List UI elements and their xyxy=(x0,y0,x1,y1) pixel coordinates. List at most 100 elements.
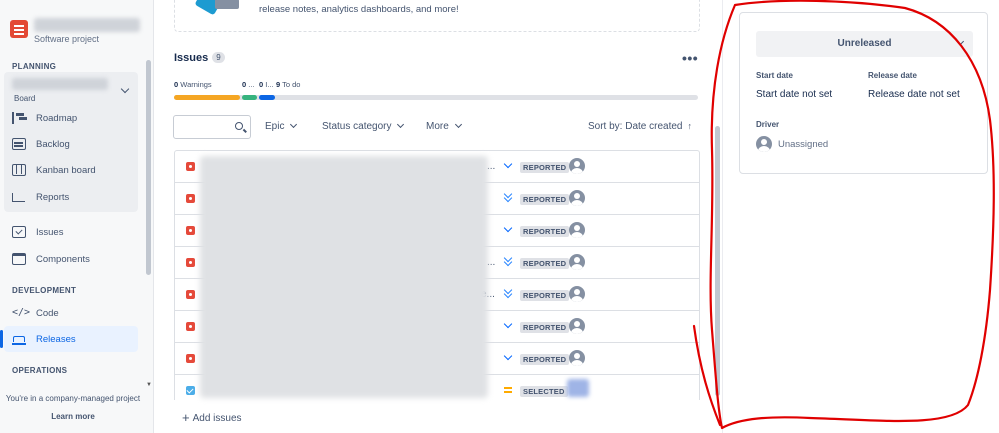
learn-more-link[interactable]: Learn more xyxy=(0,412,146,421)
status-badge[interactable]: REPORTED xyxy=(520,354,570,365)
bug-icon xyxy=(186,258,195,267)
issues-icon xyxy=(12,226,26,238)
sidebar-item-roadmap[interactable]: Roadmap xyxy=(4,105,138,131)
priority-lowest-icon xyxy=(503,289,513,299)
issue-search-input[interactable] xyxy=(173,115,251,139)
sidebar-item-label: Roadmap xyxy=(36,112,78,124)
chevron-down-icon xyxy=(454,120,462,129)
main-scrollbar[interactable] xyxy=(715,126,720,396)
status-badge[interactable]: REPORTED xyxy=(520,194,570,205)
board-label: Board xyxy=(14,94,36,103)
banner-text: release notes, analytics dashboards, and… xyxy=(259,4,459,15)
warnings-segment xyxy=(174,95,240,100)
avatar[interactable] xyxy=(569,158,585,174)
sidebar-item-label: Issues xyxy=(36,226,64,238)
start-date-field[interactable]: Start date not set xyxy=(756,89,832,100)
release-details-panel: Unreleased Start date Start date not set… xyxy=(739,12,988,174)
avatar[interactable] xyxy=(569,190,585,206)
priority-low-icon xyxy=(503,225,513,235)
issue-summary-truncated: ... xyxy=(487,161,496,172)
bug-icon xyxy=(186,290,195,299)
board-name-redacted[interactable] xyxy=(12,78,108,90)
in-progress-label: 0 I... xyxy=(259,80,274,89)
roadmap-icon xyxy=(12,112,26,124)
more-filter[interactable]: More xyxy=(426,120,462,132)
banner-illustration-icon xyxy=(215,0,239,9)
release-status-dropdown[interactable]: Unreleased xyxy=(756,31,973,57)
sidebar: Software project PLANNING Board Roadmap … xyxy=(0,0,154,433)
avatar[interactable] xyxy=(569,286,585,302)
chevron-down-icon[interactable] xyxy=(120,84,130,94)
backlog-icon xyxy=(12,138,26,150)
priority-low-icon xyxy=(503,353,513,363)
development-heading: DEVELOPMENT xyxy=(12,286,77,295)
issue-summary-truncated: ... xyxy=(487,257,496,268)
driver-label: Driver xyxy=(756,120,780,129)
bug-icon xyxy=(186,194,195,203)
avatar[interactable] xyxy=(569,350,585,366)
sidebar-item-kanban-board[interactable]: Kanban board xyxy=(4,157,138,183)
sidebar-item-code[interactable]: </> Code xyxy=(4,300,138,326)
bug-icon xyxy=(186,162,195,171)
footer-text: You're in a company-managed project xyxy=(5,394,141,403)
releases-icon xyxy=(12,333,26,345)
sidebar-item-components[interactable]: Components xyxy=(4,246,138,272)
sidebar-item-reports[interactable]: Reports xyxy=(4,184,138,210)
sidebar-scrollbar[interactable] xyxy=(146,60,151,275)
project-name-redacted xyxy=(34,18,140,32)
search-icon xyxy=(235,122,243,130)
done-label: 0 ... xyxy=(242,80,255,89)
add-issues-button[interactable]: + Add issues xyxy=(182,410,242,425)
done-segment xyxy=(242,95,257,100)
avatar[interactable] xyxy=(569,254,585,270)
epic-filter[interactable]: Epic xyxy=(265,120,298,132)
priority-lowest-icon xyxy=(503,193,513,203)
sidebar-footer: You're in a company-managed project Lear… xyxy=(0,394,146,421)
sidebar-item-label: Kanban board xyxy=(36,164,96,176)
status-badge[interactable]: REPORTED xyxy=(520,258,570,269)
sidebar-item-issues[interactable]: Issues xyxy=(4,219,138,245)
plus-icon: + xyxy=(182,410,190,425)
issues-title: Issues xyxy=(174,52,209,64)
planning-heading: PLANNING xyxy=(12,62,57,71)
scroll-down-arrow-icon[interactable]: ▼ xyxy=(146,382,152,388)
status-badge[interactable]: REPORTED xyxy=(520,226,570,237)
in-progress-segment xyxy=(259,95,275,100)
driver-field[interactable]: Unassigned xyxy=(756,136,828,152)
driver-value: Unassigned xyxy=(778,138,829,150)
todo-label: 9 To do xyxy=(276,80,301,89)
code-icon: </> xyxy=(12,307,31,318)
avatar[interactable] xyxy=(569,318,585,334)
status-badge[interactable]: REPORTED xyxy=(520,322,570,333)
sidebar-item-label: Backlog xyxy=(36,138,70,150)
sidebar-item-backlog[interactable]: Backlog xyxy=(4,131,138,157)
sort-button[interactable]: Sort by: Date created ↑ xyxy=(588,121,692,132)
avatar[interactable] xyxy=(569,222,585,238)
project-icon xyxy=(10,20,28,38)
reports-icon xyxy=(12,191,26,203)
status-badge[interactable]: SELECTED xyxy=(520,386,568,397)
chevron-down-icon xyxy=(397,120,405,129)
issues-progress-bar xyxy=(174,95,698,100)
bug-icon xyxy=(186,354,195,363)
priority-medium-icon xyxy=(503,385,513,395)
status-badge[interactable]: REPORTED xyxy=(520,162,570,173)
status-badge[interactable]: REPORTED xyxy=(520,290,570,301)
project-type: Software project xyxy=(34,34,100,44)
operations-heading: OPERATIONS xyxy=(12,366,68,375)
release-date-field[interactable]: Release date not set xyxy=(868,89,960,100)
kanban-board-icon xyxy=(12,164,26,176)
more-actions-button[interactable]: ••• xyxy=(682,50,698,66)
sidebar-item-releases[interactable]: Releases xyxy=(0,326,138,352)
panel-divider xyxy=(722,0,723,433)
bug-icon xyxy=(186,226,195,235)
status-category-filter[interactable]: Status category xyxy=(322,120,405,132)
bug-icon xyxy=(186,322,195,331)
start-date-label: Start date xyxy=(756,71,793,80)
avatar[interactable] xyxy=(567,379,589,397)
warnings-label: 0 Warnings xyxy=(174,80,212,89)
sidebar-item-label: Releases xyxy=(36,333,76,345)
sort-arrow-icon: ↑ xyxy=(687,121,693,131)
chevron-down-icon xyxy=(956,37,965,46)
avatar xyxy=(756,136,772,152)
